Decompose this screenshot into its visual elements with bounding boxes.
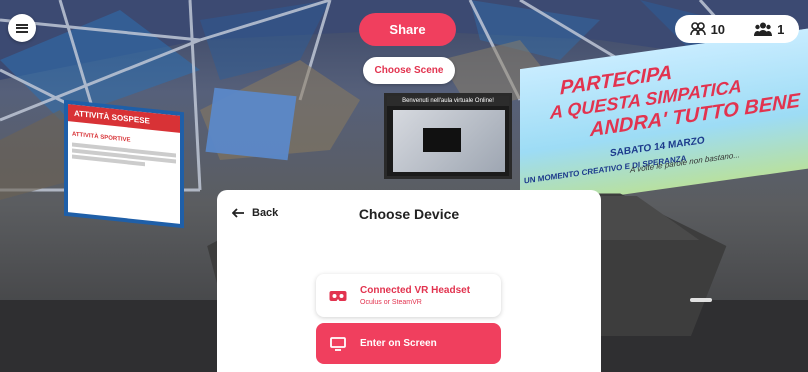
platform-light [690,298,712,302]
presence-counters[interactable]: 10 1 [675,15,799,43]
monitor-in-view [423,128,461,152]
share-button[interactable]: Share [359,13,456,46]
screen-option-label: Enter on Screen [360,338,437,349]
menu-button[interactable] [8,14,36,42]
menu-icon [16,22,28,34]
virtual-screen-view [393,110,505,172]
present-count: 1 [777,21,785,37]
virtual-screen: Benvenuti nell'aula virtuale Online! [384,93,512,179]
blue-panel [205,87,297,161]
virtual-screen-title: Benvenuti nell'aula virtuale Online! [387,96,509,106]
members-count: 10 [710,21,726,37]
vr-option-label: Connected VR Headset [360,285,471,296]
vr-headset-icon [329,290,347,301]
people-icon [754,22,773,36]
dialog-title: Choose Device [358,206,460,222]
enter-on-screen-button[interactable]: Enter on Screen [316,323,501,364]
members-icon [689,22,706,36]
members-counter[interactable]: 10 [689,21,726,37]
right-poster-line4: SABATO 14 MARZO [610,135,705,160]
left-poster: ATTIVITÀ SOSPESE ATTIVITÀ SPORTIVE [68,104,180,224]
monitor-icon [330,336,346,351]
present-counter[interactable]: 1 [754,22,784,37]
connected-vr-headset-button[interactable]: Connected VR Headset Oculus or SteamVR [316,274,501,317]
vr-option-sublabel: Oculus or SteamVR [360,299,422,306]
choose-scene-button[interactable]: Choose Scene [363,57,455,84]
choose-device-dialog: Back Choose Device Connected VR Headset … [217,190,601,372]
